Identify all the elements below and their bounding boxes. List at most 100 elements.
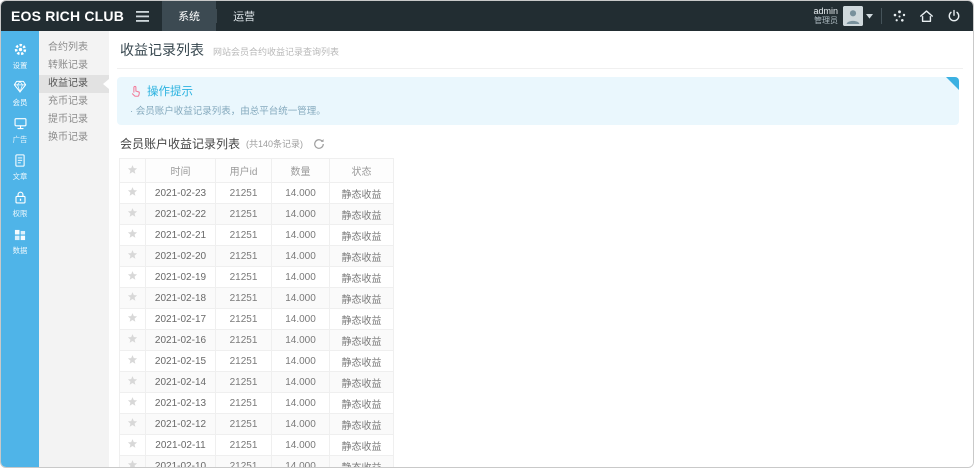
page-title: 收益记录列表	[120, 40, 204, 60]
page-head: 收益记录列表 网站会员合约收益记录查询列表	[117, 37, 963, 69]
cell-user-id: 21251	[216, 204, 272, 225]
topbar: EOS RICH CLUB 系统运营 admin 管理员	[1, 1, 973, 31]
cell-status: 静态收益	[330, 225, 394, 246]
table-body: 2021-02-232125114.000静态收益2021-02-2221251…	[120, 183, 394, 468]
topbar-tab[interactable]: 系统	[162, 1, 216, 31]
tip-title: 操作提示	[147, 83, 193, 99]
sidebar-item-label: 广告	[13, 134, 28, 144]
table-row: 2021-02-222125114.000静态收益	[120, 204, 394, 225]
cell-time: 2021-02-20	[146, 246, 216, 267]
star-icon[interactable]	[120, 309, 146, 330]
sidebar-item-member[interactable]: 会员	[1, 76, 39, 110]
table-row: 2021-02-152125114.000静态收益	[120, 351, 394, 372]
submenu-item[interactable]: 合约列表	[39, 39, 109, 57]
cell-quantity: 14.000	[272, 225, 330, 246]
layout: 设置会员广告文章权限数据 合约列表转账记录收益记录充币记录提币记录换币记录 收益…	[1, 31, 973, 467]
table-row: 2021-02-192125114.000静态收益	[120, 267, 394, 288]
topbar-divider	[881, 8, 882, 24]
star-icon[interactable]	[120, 393, 146, 414]
sidebar-item-articles[interactable]: 文章	[1, 150, 39, 184]
chevron-down-icon[interactable]	[866, 14, 873, 19]
logout-icon[interactable]	[940, 1, 967, 31]
cell-status: 静态收益	[330, 456, 394, 468]
records-table: 时间用户id数量状态 2021-02-232125114.000静态收益2021…	[119, 158, 394, 467]
cell-time: 2021-02-10	[146, 456, 216, 468]
sidebar-item-settings[interactable]: 设置	[1, 39, 39, 73]
cell-status: 静态收益	[330, 414, 394, 435]
cell-quantity: 14.000	[272, 351, 330, 372]
cell-user-id: 21251	[216, 246, 272, 267]
cell-time: 2021-02-16	[146, 330, 216, 351]
cell-time: 2021-02-17	[146, 309, 216, 330]
cell-time: 2021-02-11	[146, 435, 216, 456]
star-icon[interactable]	[120, 288, 146, 309]
brand-logo: EOS RICH CLUB	[1, 1, 130, 31]
star-icon[interactable]	[120, 351, 146, 372]
table-row: 2021-02-162125114.000静态收益	[120, 330, 394, 351]
cell-status: 静态收益	[330, 183, 394, 204]
refresh-icon[interactable]	[313, 138, 325, 150]
sidebar-item-ads[interactable]: 广告	[1, 113, 39, 147]
cell-quantity: 14.000	[272, 183, 330, 204]
table-record-count: (共140条记录)	[246, 137, 303, 150]
sidebar-item-label: 设置	[13, 60, 28, 70]
star-icon[interactable]	[120, 204, 146, 225]
topbar-actions	[886, 1, 967, 31]
cell-user-id: 21251	[216, 330, 272, 351]
cell-quantity: 14.000	[272, 456, 330, 468]
cell-user-id: 21251	[216, 393, 272, 414]
star-icon[interactable]	[120, 183, 146, 204]
star-icon[interactable]	[120, 267, 146, 288]
star-icon[interactable]	[120, 414, 146, 435]
star-icon[interactable]	[120, 330, 146, 351]
topbar-tab[interactable]: 运营	[217, 1, 271, 31]
column-header: 状态	[330, 159, 394, 183]
star-column-header	[120, 159, 146, 183]
table-row: 2021-02-212125114.000静态收益	[120, 225, 394, 246]
hand-pointer-icon	[129, 84, 142, 98]
grid-icon	[13, 227, 27, 243]
star-icon[interactable]	[120, 246, 146, 267]
submenu-item[interactable]: 充币记录	[39, 93, 109, 111]
cell-status: 静态收益	[330, 330, 394, 351]
sidebar-item-label: 会员	[13, 97, 28, 107]
cell-user-id: 21251	[216, 225, 272, 246]
table-row: 2021-02-202125114.000静态收益	[120, 246, 394, 267]
submenu-item[interactable]: 收益记录	[39, 75, 109, 93]
table-row: 2021-02-102125114.000静态收益	[120, 456, 394, 468]
cell-time: 2021-02-21	[146, 225, 216, 246]
star-icon[interactable]	[120, 456, 146, 468]
cell-quantity: 14.000	[272, 372, 330, 393]
submenu: 合约列表转账记录收益记录充币记录提币记录换币记录	[39, 31, 109, 467]
cell-time: 2021-02-15	[146, 351, 216, 372]
avatar[interactable]	[843, 6, 863, 26]
submenu-item[interactable]: 提币记录	[39, 111, 109, 129]
star-icon[interactable]	[120, 225, 146, 246]
cell-quantity: 14.000	[272, 330, 330, 351]
main-content: 收益记录列表 网站会员合约收益记录查询列表 操作提示 · 会员账户收益记录列表，…	[109, 31, 973, 467]
sidebar-item-permissions[interactable]: 权限	[1, 187, 39, 221]
tip-box: 操作提示 · 会员账户收益记录列表，由总平台统一管理。	[117, 77, 959, 125]
user-info: admin 管理员	[813, 7, 838, 26]
cell-user-id: 21251	[216, 267, 272, 288]
table-row: 2021-02-132125114.000静态收益	[120, 393, 394, 414]
column-header: 数量	[272, 159, 330, 183]
cell-status: 静态收益	[330, 204, 394, 225]
star-icon[interactable]	[120, 435, 146, 456]
hamburger-menu-icon[interactable]	[130, 1, 154, 31]
cell-user-id: 21251	[216, 288, 272, 309]
sidebar-item-label: 数据	[13, 245, 28, 255]
sidebar-item-label: 文章	[13, 171, 28, 181]
cell-user-id: 21251	[216, 351, 272, 372]
topbar-right: admin 管理员	[813, 1, 973, 31]
submenu-item[interactable]: 转账记录	[39, 57, 109, 75]
clear-cache-icon[interactable]	[886, 1, 913, 31]
sidebar-item-data[interactable]: 数据	[1, 224, 39, 258]
table-title: 会员账户收益记录列表	[120, 135, 240, 152]
cell-status: 静态收益	[330, 351, 394, 372]
submenu-item[interactable]: 换币记录	[39, 129, 109, 147]
home-icon[interactable]	[913, 1, 940, 31]
star-icon[interactable]	[120, 372, 146, 393]
table-row: 2021-02-142125114.000静态收益	[120, 372, 394, 393]
cell-quantity: 14.000	[272, 204, 330, 225]
